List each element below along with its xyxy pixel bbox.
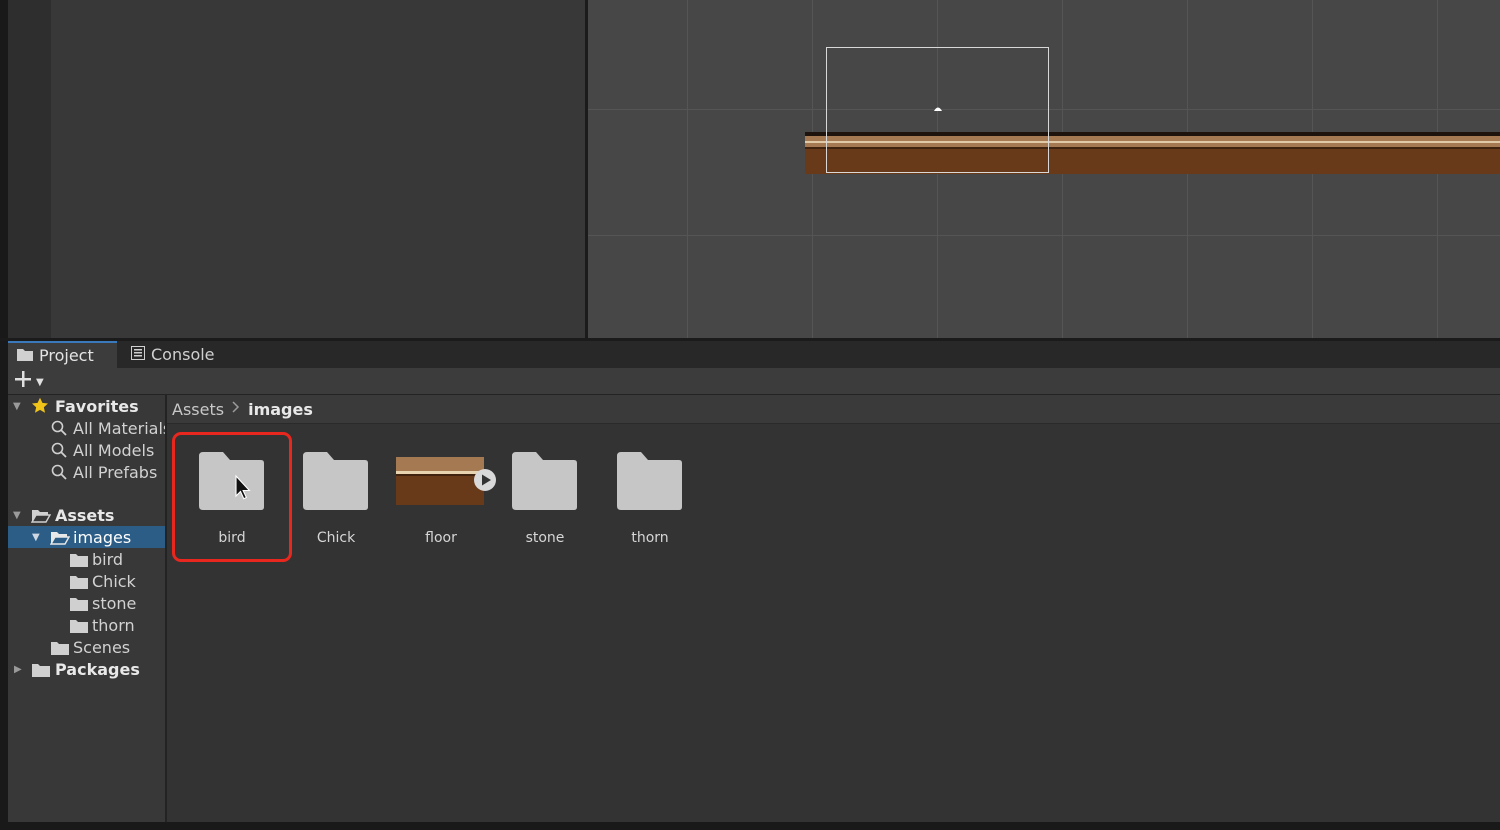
asset-folder-chick[interactable]: Chick	[284, 450, 388, 560]
tab-project-label: Project	[39, 346, 94, 365]
search-icon	[51, 420, 67, 440]
tree-item-all-materials[interactable]: All Materials	[8, 417, 165, 439]
chevron-down-icon: ▼	[36, 376, 44, 388]
floor-sprite[interactable]	[805, 132, 1500, 174]
folder-icon	[17, 346, 33, 365]
expand-arrow-icon[interactable]: ▼	[32, 532, 40, 543]
scene-view[interactable]	[588, 0, 1500, 338]
breadcrumb: Assets images	[167, 395, 1500, 424]
folder-icon	[300, 450, 370, 512]
search-icon	[51, 442, 67, 462]
folder-icon	[70, 574, 88, 593]
tab-console-label: Console	[151, 345, 215, 364]
tree-label: All Materials	[73, 418, 165, 438]
expand-arrow-icon[interactable]: ▼	[13, 510, 21, 521]
tab-project[interactable]: Project	[8, 341, 117, 368]
asset-label: floor	[425, 530, 457, 546]
expand-arrow-icon[interactable]: ▼	[13, 401, 21, 412]
bottom-tab-bar: Project Console	[8, 341, 1500, 368]
tree-item-packages[interactable]: ▶ Packages	[8, 658, 165, 680]
tree-item-assets[interactable]: ▼ Assets	[8, 504, 165, 526]
folder-icon	[70, 618, 88, 637]
breadcrumb-assets[interactable]: Assets	[172, 400, 224, 419]
collapse-arrow-icon[interactable]: ▶	[14, 664, 22, 675]
hierarchy-gutter	[8, 0, 51, 338]
tree-label: Chick	[92, 571, 136, 591]
asset-browser: Assets images bird Chick floor stone tho…	[167, 395, 1500, 822]
bird-sprite[interactable]	[934, 107, 942, 112]
create-asset-button[interactable]: ▼	[14, 370, 54, 392]
open-folder-icon	[30, 508, 52, 527]
tree-item-images[interactable]: ▼ images	[8, 526, 165, 548]
tab-console[interactable]: Console	[123, 341, 241, 368]
tree-label: images	[73, 527, 132, 547]
folder-icon	[70, 596, 88, 615]
plus-icon	[14, 369, 32, 394]
tree-label: Favorites	[55, 396, 139, 416]
folder-icon	[509, 450, 579, 512]
chevron-right-icon	[232, 401, 240, 417]
asset-label: stone	[525, 530, 565, 546]
tree-item-all-prefabs[interactable]: All Prefabs	[8, 461, 165, 483]
console-icon	[131, 345, 145, 364]
breadcrumb-images[interactable]: images	[248, 400, 313, 419]
tree-item-chick[interactable]: Chick	[8, 570, 165, 592]
open-folder-icon	[49, 530, 71, 549]
tree-item-thorn[interactable]: thorn	[8, 614, 165, 636]
asset-folder-stone[interactable]: stone	[493, 450, 597, 560]
project-tree: ▼ Favorites All Materials All Models All…	[8, 395, 165, 822]
search-icon	[51, 464, 67, 484]
project-toolbar: ▼	[8, 368, 1500, 395]
asset-label: thorn	[631, 530, 669, 546]
tree-label: thorn	[92, 615, 135, 635]
folder-icon	[51, 640, 69, 659]
tree-item-stone[interactable]: stone	[8, 592, 165, 614]
hierarchy-panel[interactable]	[51, 0, 585, 338]
asset-folder-thorn[interactable]: thorn	[598, 450, 702, 560]
folder-icon	[32, 662, 50, 681]
folder-icon	[614, 450, 684, 512]
folder-icon	[70, 552, 88, 571]
asset-label: Chick	[316, 530, 356, 546]
tree-label: bird	[92, 549, 124, 569]
selection-highlight	[172, 432, 292, 562]
window-edge	[0, 0, 8, 340]
window-bottom-edge	[0, 822, 1500, 830]
star-icon	[31, 397, 49, 418]
tree-label: Packages	[55, 659, 140, 679]
asset-sprite-floor[interactable]: floor	[389, 450, 496, 560]
tree-label: All Models	[73, 440, 155, 460]
tree-item-all-models[interactable]: All Models	[8, 439, 165, 461]
tree-label: All Prefabs	[73, 462, 158, 482]
tree-label: Assets	[55, 505, 115, 525]
tree-item-bird[interactable]: bird	[8, 548, 165, 570]
tree-item-scenes[interactable]: Scenes	[8, 636, 165, 658]
tree-label: stone	[92, 593, 137, 613]
scene-canvas	[588, 0, 1500, 338]
tree-item-favorites[interactable]: ▼ Favorites	[8, 395, 165, 417]
tree-label: Scenes	[73, 637, 131, 657]
